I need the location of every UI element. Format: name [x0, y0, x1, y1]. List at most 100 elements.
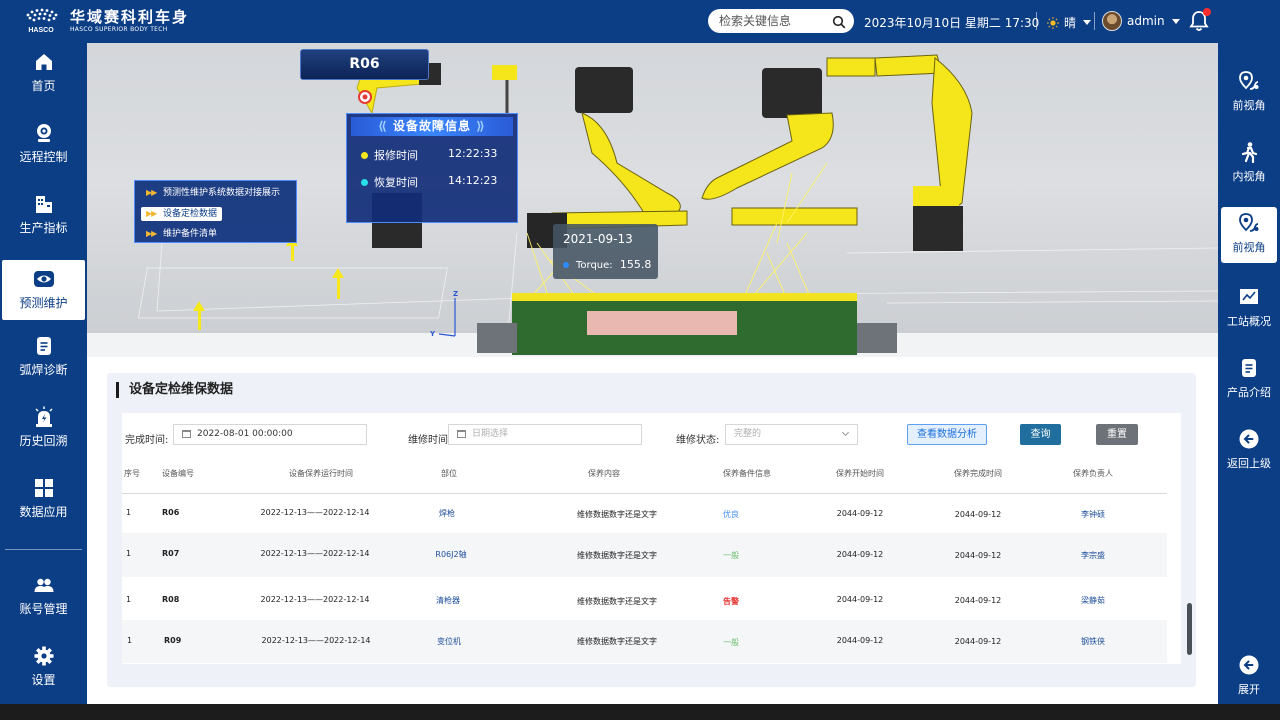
- axis-y-label: Y: [429, 330, 436, 338]
- maint-time-placeholder: 日期选择: [472, 429, 509, 439]
- cell-part[interactable]: R06J2轴: [435, 549, 466, 560]
- search-input[interactable]: 检索关键信息: [708, 9, 854, 33]
- weather-dropdown[interactable]: 晴: [1047, 14, 1092, 31]
- app-root: HASCO 华域赛科利车身 HASCO SUPERIOR BODY TECH 检…: [0, 0, 1280, 720]
- nav-item-label: 生产指标: [19, 221, 68, 235]
- document-icon: [36, 337, 51, 355]
- nav-item-remote-control[interactable]: 远程控制: [2, 114, 85, 174]
- query-button[interactable]: 查询: [1020, 424, 1061, 445]
- cell-part[interactable]: 清枪器: [436, 595, 460, 606]
- cell-start: 2044-09-12: [836, 550, 884, 559]
- cell-no: 1: [127, 636, 133, 645]
- nav-item-production-metrics[interactable]: 生产指标: [2, 185, 85, 245]
- back-button[interactable]: 返回上级: [1221, 423, 1277, 479]
- completion-time-field[interactable]: 2022-08-01 00:00:00: [173, 424, 367, 445]
- cell-content: 维修数据数字还是文字: [577, 551, 657, 560]
- right-sidebar: 前视角 内视角 前视角 工站概况 产品介绍 返回上级 展开: [1218, 43, 1280, 704]
- user-menu[interactable]: admin: [1102, 11, 1180, 31]
- table-row[interactable]: 1 R06 2022-12-13——2022-12-14 焊枪 维修数据数字还是…: [122, 495, 1167, 533]
- station-overview-label: 工站概况: [1227, 315, 1271, 328]
- view-analysis-button[interactable]: 查看数据分析: [907, 424, 987, 445]
- column-header: 保养备件信息: [723, 469, 771, 478]
- view-inner[interactable]: 内视角: [1221, 136, 1277, 192]
- pm-menu-item-label: 预测性维护系统数据对接展示: [163, 188, 281, 198]
- cell-part[interactable]: 焊枪: [439, 508, 455, 519]
- notification-badge: [1203, 8, 1211, 16]
- walking-person-icon: [1241, 142, 1258, 163]
- logo: HASCO 华域赛科利车身 HASCO SUPERIOR BODY TECH: [20, 7, 189, 35]
- reset-button[interactable]: 重置: [1096, 424, 1138, 445]
- view-front-1[interactable]: 前视角: [1221, 65, 1277, 121]
- username: admin: [1127, 14, 1165, 28]
- logo-en: HASCO SUPERIOR BODY TECH: [70, 26, 168, 33]
- station-overview[interactable]: 工站概况: [1221, 281, 1277, 337]
- tooltip-metric-label: Torque:: [576, 260, 613, 271]
- expand-button[interactable]: 展开: [1221, 649, 1277, 705]
- double-arrow-icon: ▶▶: [146, 229, 157, 238]
- cell-no: 1: [126, 595, 132, 604]
- nav-item-history[interactable]: 历史回溯: [2, 398, 85, 458]
- back-label: 返回上级: [1227, 457, 1271, 470]
- search-icon[interactable]: [832, 13, 846, 37]
- maint-time-field[interactable]: 日期选择: [448, 424, 642, 445]
- cell-content: 维修数据数字还是文字: [577, 597, 657, 606]
- pm-menu-item-label: 设备定检数据: [163, 209, 218, 219]
- axis-z-label: Z: [453, 290, 458, 298]
- robot-tag[interactable]: R06: [300, 49, 429, 80]
- divider: [5, 549, 82, 550]
- back-arrow-icon: [1239, 429, 1259, 449]
- fault-info-panel: ⟪ 设备故障信息 ⟫ 报修时间 12:22:33 恢复时间 14:12:23: [346, 113, 518, 223]
- torque-tooltip: 2021-09-13 Torque: 155.8: [553, 224, 658, 279]
- cell-content: 维修数据数字还是文字: [577, 510, 657, 519]
- pm-menu-item-spare-parts[interactable]: ▶▶ 维护备件清单: [141, 227, 222, 241]
- table-scrollbar-thumb[interactable]: [1187, 603, 1192, 655]
- nav-item-home[interactable]: 首页: [2, 43, 85, 103]
- table-row[interactable]: 1 R09 2022-12-13——2022-12-14 变位机 维修数据数字还…: [122, 620, 1167, 663]
- column-header: 保养内容: [588, 469, 620, 478]
- table-row[interactable]: 1 R07 2022-12-13——2022-12-14 R06J2轴 维修数据…: [122, 533, 1167, 577]
- cell-run-time: 2022-12-13——2022-12-14: [260, 549, 370, 558]
- cell-run-time: 2022-12-13——2022-12-14: [260, 508, 370, 517]
- column-header: 设备编号: [162, 469, 194, 478]
- location-pin-icon: [1239, 213, 1259, 232]
- top-bar: HASCO 华域赛科利车身 HASCO SUPERIOR BODY TECH 检…: [0, 0, 1280, 43]
- nav-item-data-apps[interactable]: 数据应用: [2, 469, 85, 529]
- maint-time-label: 维修时间:: [408, 435, 452, 446]
- nav-item-settings[interactable]: 设置: [2, 637, 85, 697]
- nav-item-label: 预测维护: [19, 296, 68, 310]
- table-row[interactable]: 1 R08 2022-12-13——2022-12-14 清枪器 维修数据数字还…: [122, 577, 1167, 620]
- nav-item-label: 首页: [31, 79, 56, 93]
- robot-r09[interactable]: [913, 57, 973, 251]
- cell-end: 2044-09-12: [954, 637, 1002, 646]
- panel-title: 设备定检维保数据: [116, 382, 233, 398]
- users-icon: [34, 578, 53, 592]
- cell-part[interactable]: 变位机: [437, 636, 461, 647]
- cell-start: 2044-09-12: [836, 636, 884, 645]
- welding-fixture[interactable]: [477, 293, 897, 355]
- cell-owner: 梁静茹: [1081, 596, 1105, 605]
- cell-no: 1: [126, 508, 132, 517]
- nav-item-predictive-maintenance[interactable]: 预测维护: [2, 260, 85, 320]
- view-front-2[interactable]: 前视角: [1221, 207, 1277, 263]
- logo-cn: 华域赛科利车身: [70, 8, 190, 26]
- 3d-viewport[interactable]: Z Y R06 ⟪ 设备故障信息 ⟫ 报修时间 12:22:33 恢复时间 14…: [87, 43, 1218, 357]
- pm-menu-item-inspection-data[interactable]: ▶▶ 设备定检数据: [141, 207, 223, 221]
- column-header: 设备保养运行时间: [289, 469, 353, 478]
- status-dot: [361, 179, 368, 186]
- product-intro[interactable]: 产品介绍: [1221, 352, 1277, 408]
- cell-spare-status: 优良: [723, 510, 739, 519]
- pm-menu-item-system-data[interactable]: ▶▶ 预测性维护系统数据对接展示: [141, 186, 285, 200]
- robot-r07[interactable]: [527, 67, 688, 248]
- table-header: 序号 设备编号 设备保养运行时间 部位 保养内容 保养备件信息 保养开始时间 保…: [122, 465, 1167, 494]
- target-marker-icon: [358, 90, 372, 104]
- nav-item-account-management[interactable]: 账号管理: [2, 566, 85, 626]
- maint-status-select[interactable]: 完整的: [725, 424, 858, 445]
- cell-device: R09: [164, 636, 182, 645]
- nav-item-arc-welding-diagnosis[interactable]: 弧焊诊断: [2, 327, 85, 387]
- status-dot: [361, 152, 368, 159]
- recover-time-row: 恢复时间 14:12:23: [361, 174, 511, 190]
- cell-start: 2044-09-12: [836, 509, 884, 518]
- robot-r08[interactable]: [701, 54, 943, 226]
- fault-info-title-text: 设备故障信息: [392, 119, 471, 133]
- nav-item-label: 弧焊诊断: [19, 363, 68, 377]
